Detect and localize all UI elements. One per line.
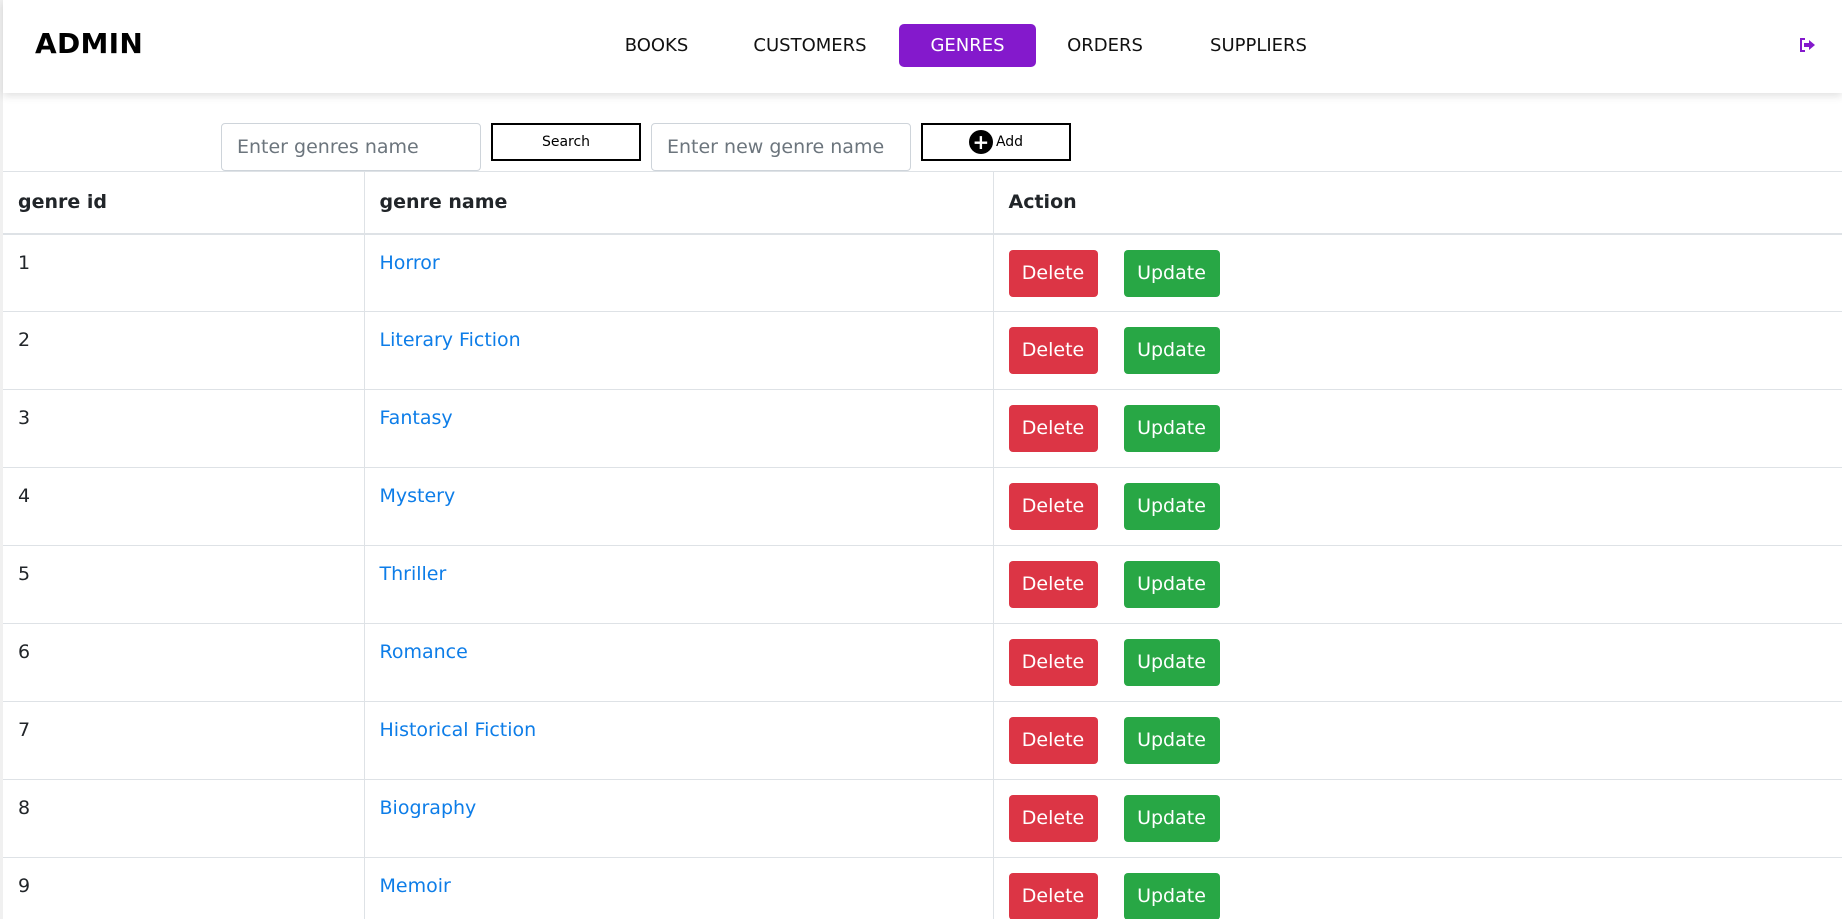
header-action: Action <box>993 171 1842 235</box>
update-button[interactable]: Update <box>1123 483 1220 530</box>
plus-circle-icon: + <box>968 130 993 154</box>
genre-id-cell: 5 <box>3 545 365 624</box>
table-row: 2 Literary Fiction Delete Update <box>3 311 1842 390</box>
table-body: 1 Horror Delete Update 2 Literary Fiction… <box>3 233 1842 919</box>
genre-name-cell: Biography <box>364 779 994 858</box>
genre-name-link[interactable]: Horror <box>380 252 440 274</box>
genre-id-cell: 7 <box>3 701 365 780</box>
nav-genres[interactable]: GENRES <box>899 24 1036 67</box>
genre-id-cell: 3 <box>3 389 365 468</box>
genre-name-link[interactable]: Thriller <box>380 563 447 585</box>
header-genre-id: genre id <box>3 171 365 235</box>
table-row: 5 Thriller Delete Update <box>3 545 1842 624</box>
genre-name-link[interactable]: Fantasy <box>380 407 453 429</box>
delete-button[interactable]: Delete <box>1008 561 1098 608</box>
genre-name-link[interactable]: Romance <box>380 641 468 663</box>
genre-id-cell: 2 <box>3 311 365 390</box>
table-row: 9 Memoir Delete Update <box>3 857 1842 919</box>
action-cell: Delete Update <box>993 857 1842 919</box>
top-navbar: ADMIN BOOKS CUSTOMERS GENRES ORDERS SUPP… <box>3 0 1842 93</box>
delete-button[interactable]: Delete <box>1008 249 1098 297</box>
genre-id-cell: 1 <box>3 233 365 312</box>
delete-button[interactable]: Delete <box>1008 795 1098 842</box>
table-row: 4 Mystery Delete Update <box>3 467 1842 546</box>
table-row: 1 Horror Delete Update <box>3 233 1842 312</box>
table-row: 3 Fantasy Delete Update <box>3 389 1842 468</box>
action-cell: Delete Update <box>993 389 1842 468</box>
genre-id-cell: 6 <box>3 623 365 702</box>
update-button[interactable]: Update <box>1123 249 1220 297</box>
update-button[interactable]: Update <box>1123 639 1220 686</box>
genre-id-cell: 4 <box>3 467 365 546</box>
update-button[interactable]: Update <box>1123 561 1220 608</box>
nav-suppliers[interactable]: SUPPLIERS <box>1193 24 1324 67</box>
action-cell: Delete Update <box>993 467 1842 546</box>
delete-button[interactable]: Delete <box>1008 639 1098 686</box>
genre-name-cell: Horror <box>364 233 994 312</box>
genre-name-cell: Historical Fiction <box>364 701 994 780</box>
search-button-label: Search <box>541 134 591 150</box>
update-button[interactable]: Update <box>1123 327 1220 374</box>
genre-name-link[interactable]: Historical Fiction <box>380 719 537 741</box>
brand-title: ADMIN <box>35 27 144 60</box>
sign-out-icon[interactable] <box>1798 36 1816 54</box>
action-cell: Delete Update <box>993 701 1842 780</box>
action-cell: Delete Update <box>993 623 1842 702</box>
genre-name-link[interactable]: Literary Fiction <box>380 329 521 351</box>
genre-id-cell: 9 <box>3 857 365 919</box>
genre-name-link[interactable]: Memoir <box>380 875 451 897</box>
genre-name-link[interactable]: Mystery <box>380 485 456 507</box>
new-genre-input[interactable] <box>651 123 911 171</box>
genre-name-cell: Thriller <box>364 545 994 624</box>
search-button[interactable]: Search <box>491 123 641 161</box>
delete-button[interactable]: Delete <box>1008 873 1098 919</box>
genre-id-cell: 8 <box>3 779 365 858</box>
genre-name-cell: Mystery <box>364 467 994 546</box>
genre-name-cell: Romance <box>364 623 994 702</box>
table-header-row: genre id genre name Action <box>3 171 1842 235</box>
update-button[interactable]: Update <box>1123 873 1220 919</box>
delete-button[interactable]: Delete <box>1008 405 1098 452</box>
header-genre-name: genre name <box>364 171 994 235</box>
table-row: 6 Romance Delete Update <box>3 623 1842 702</box>
update-button[interactable]: Update <box>1123 717 1220 764</box>
nav-books[interactable]: BOOKS <box>609 24 704 67</box>
delete-button[interactable]: Delete <box>1008 483 1098 530</box>
genre-search-input[interactable] <box>221 123 481 171</box>
action-cell: Delete Update <box>993 233 1842 312</box>
update-button[interactable]: Update <box>1123 405 1220 452</box>
update-button[interactable]: Update <box>1123 795 1220 842</box>
table-row: 7 Historical Fiction Delete Update <box>3 701 1842 780</box>
add-button-label: Add <box>995 134 1024 150</box>
nav-customers[interactable]: CUSTOMERS <box>738 24 882 67</box>
action-cell: Delete Update <box>993 311 1842 390</box>
action-cell: Delete Update <box>993 545 1842 624</box>
genre-name-cell: Memoir <box>364 857 994 919</box>
nav-orders[interactable]: ORDERS <box>1055 24 1155 67</box>
delete-button[interactable]: Delete <box>1008 717 1098 764</box>
genre-name-cell: Fantasy <box>364 389 994 468</box>
table-row: 8 Biography Delete Update <box>3 779 1842 858</box>
action-cell: Delete Update <box>993 779 1842 858</box>
genre-name-cell: Literary Fiction <box>364 311 994 390</box>
add-genre-button[interactable]: + Add <box>921 123 1071 161</box>
genres-table: genre id genre name Action 1 Horror Dele… <box>3 171 1842 919</box>
genre-name-link[interactable]: Biography <box>380 797 477 819</box>
delete-button[interactable]: Delete <box>1008 327 1098 374</box>
